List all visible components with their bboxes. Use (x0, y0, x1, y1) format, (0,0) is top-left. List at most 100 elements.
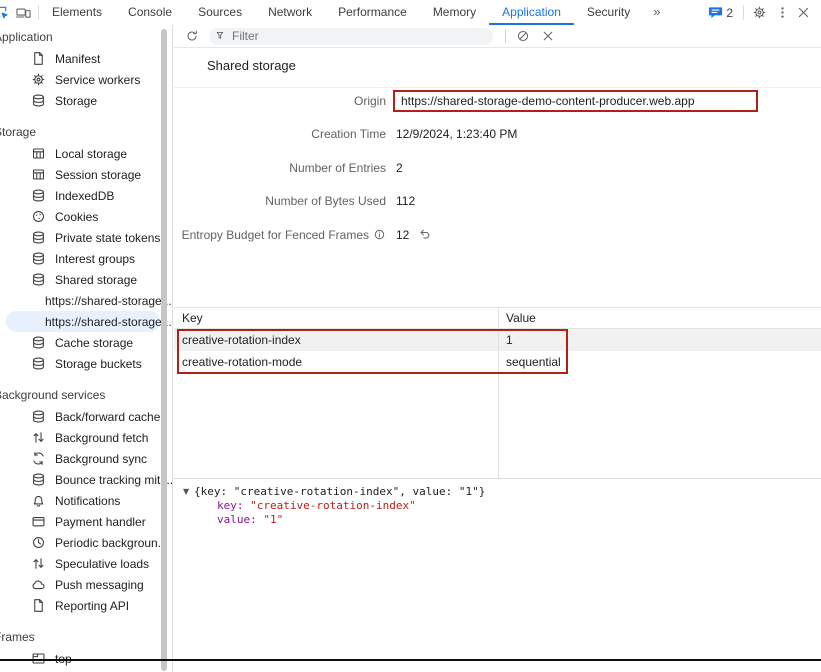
sidebar-item-shared-storage[interactable]: Shared storage (0, 269, 172, 290)
sidebar-item-storage-buckets[interactable]: Storage buckets (0, 353, 172, 374)
sidebar-item-bounce-tracking-miti[interactable]: Bounce tracking miti... (0, 469, 172, 490)
kebab-menu-icon[interactable] (774, 5, 790, 21)
sidebar-section-application: ApplicationManifestService workersStorag… (0, 27, 172, 111)
field-value: 12/9/2024, 1:23:40 PM (396, 127, 517, 141)
sidebar-item-label: Bounce tracking miti... (55, 473, 173, 487)
sidebar-item-background-sync[interactable]: Background sync (0, 448, 172, 469)
sidebar-section-storage: StorageLocal storageSession storageIndex… (0, 122, 172, 374)
field-row-number-of-entries: Number of Entries 2 (174, 151, 821, 185)
field-value: 112 (396, 194, 415, 208)
reset-budget-icon[interactable] (418, 228, 432, 242)
console-messages-icon[interactable] (707, 5, 723, 21)
field-row-origin: Origin https://shared-storage-demo-conten… (174, 84, 821, 118)
cookie-icon (31, 209, 46, 224)
tab-console[interactable]: Console (115, 0, 185, 25)
sidebar-item-label: Service workers (55, 73, 140, 87)
delete-selected-icon[interactable] (540, 28, 556, 44)
sidebar-item-background-fetch[interactable]: Background fetch (0, 427, 172, 448)
sidebar-item-cache-storage[interactable]: Cache storage (0, 332, 172, 353)
sidebar-scrollbar[interactable] (161, 29, 167, 671)
sidebar-item-label: Storage buckets (55, 357, 142, 371)
application-sidebar: ApplicationManifestService workersStorag… (0, 25, 173, 672)
sidebar-item-push-messaging[interactable]: Push messaging (0, 574, 172, 595)
tab-memory[interactable]: Memory (420, 0, 489, 25)
sidebar-item-label: Speculative loads (55, 557, 149, 571)
field-row-number-of-bytes-used: Number of Bytes Used112 (174, 185, 821, 219)
panel-toolbar (174, 25, 821, 48)
sidebar-item-session-storage[interactable]: Session storage (0, 164, 172, 185)
column-header-key[interactable]: Key (174, 311, 498, 325)
tab-security[interactable]: Security (574, 0, 643, 25)
sidebar-item-back-forward-cache[interactable]: Back/forward cache (0, 406, 172, 427)
field-value-text: 2 (396, 161, 403, 175)
clock-icon (31, 535, 46, 550)
arrows-up-down-icon (31, 430, 46, 445)
database-icon (31, 272, 46, 287)
sidebar-item-interest-groups[interactable]: Interest groups (0, 248, 172, 269)
sidebar-item-periodic-backgroun[interactable]: Periodic backgroun... (0, 532, 172, 553)
sidebar-item-label: Background fetch (55, 431, 148, 445)
expand-triangle-icon[interactable]: ▼ (183, 485, 194, 499)
sidebar-item-label: Cookies (55, 210, 98, 224)
sidebar-item-private-state-tokens[interactable]: Private state tokens (0, 227, 172, 248)
field-value-text: 112 (396, 194, 415, 208)
tab-elements[interactable]: Elements (39, 0, 115, 25)
filter-box[interactable] (209, 28, 493, 45)
field-label: Creation Time (311, 127, 386, 141)
tab-application[interactable]: Application (489, 0, 574, 25)
console-message-count: 2 (726, 6, 733, 20)
table-icon (31, 146, 46, 161)
tab-performance[interactable]: Performance (325, 0, 420, 25)
close-devtools-icon[interactable] (795, 5, 811, 21)
cell-value: 1 (498, 333, 821, 347)
shared-storage-panel: Shared storage Origin https://shared-stor… (174, 25, 821, 672)
device-toolbar-icon[interactable] (15, 5, 31, 21)
sidebar-section-background-services: Background servicesBack/forward cacheBac… (0, 385, 172, 616)
sidebar-item-manifest[interactable]: Manifest (0, 48, 172, 69)
more-tabs-button[interactable]: » (643, 0, 670, 25)
sidebar-item-storage[interactable]: Storage (0, 90, 172, 111)
settings-gear-icon[interactable] (751, 5, 767, 21)
sidebar-item-label: Local storage (55, 147, 127, 161)
sidebar-item-reporting-api[interactable]: Reporting API (0, 595, 172, 616)
sidebar-item-label: Notifications (55, 494, 120, 508)
tab-sources[interactable]: Sources (185, 0, 255, 25)
filter-input[interactable] (232, 29, 487, 43)
sidebar-item-payment-handler[interactable]: Payment handler (0, 511, 172, 532)
sidebar-item-label: Cache storage (55, 336, 133, 350)
sidebar-item-indexeddb[interactable]: IndexedDB (0, 185, 172, 206)
annotation-box-origin: https://shared-storage-demo-content-prod… (393, 90, 758, 112)
filter-funnel-icon (215, 30, 227, 42)
column-header-value[interactable]: Value (498, 311, 821, 325)
field-label: Origin (354, 94, 386, 108)
field-value-text: 12/9/2024, 1:23:40 PM (396, 127, 517, 141)
field-label: Number of Entries (289, 161, 386, 175)
info-icon[interactable] (373, 228, 386, 241)
sidebar-item-speculative-loads[interactable]: Speculative loads (0, 553, 172, 574)
sidebar-item-https-shared-storage[interactable]: https://shared-storage... (6, 290, 160, 311)
sync-icon (31, 451, 46, 466)
sidebar-item-service-workers[interactable]: Service workers (0, 69, 172, 90)
inspect-element-icon[interactable] (0, 5, 9, 21)
sidebar-item-label: Session storage (55, 168, 141, 182)
property-name: key (217, 499, 237, 512)
sidebar-item-label: Manifest (55, 52, 100, 66)
page-title: Shared storage (207, 58, 296, 73)
sidebar-item-label: https://shared-storage... (45, 294, 172, 308)
sidebar-item-notifications[interactable]: Notifications (0, 490, 172, 511)
toolbar-divider (743, 5, 744, 20)
delete-all-icon[interactable] (515, 28, 531, 44)
sidebar-item-https-shared-storage[interactable]: https://shared-storage... (6, 311, 160, 332)
sidebar-item-label: https://shared-storage... (45, 315, 172, 329)
property-string-value: "1" (263, 513, 283, 526)
object-properties: key: "creative-rotation-index"value: "1" (183, 499, 821, 527)
field-row-entropy-budget-for-fenced-frames: Entropy Budget for Fenced Frames12 (174, 218, 821, 252)
database-icon (31, 335, 46, 350)
tab-network[interactable]: Network (255, 0, 325, 25)
column-divider[interactable] (498, 307, 499, 478)
sidebar-item-cookies[interactable]: Cookies (0, 206, 172, 227)
refresh-icon[interactable] (184, 28, 200, 44)
cell-value: sequential (498, 355, 821, 369)
sidebar-item-local-storage[interactable]: Local storage (0, 143, 172, 164)
cell-key: creative-rotation-mode (174, 355, 498, 369)
